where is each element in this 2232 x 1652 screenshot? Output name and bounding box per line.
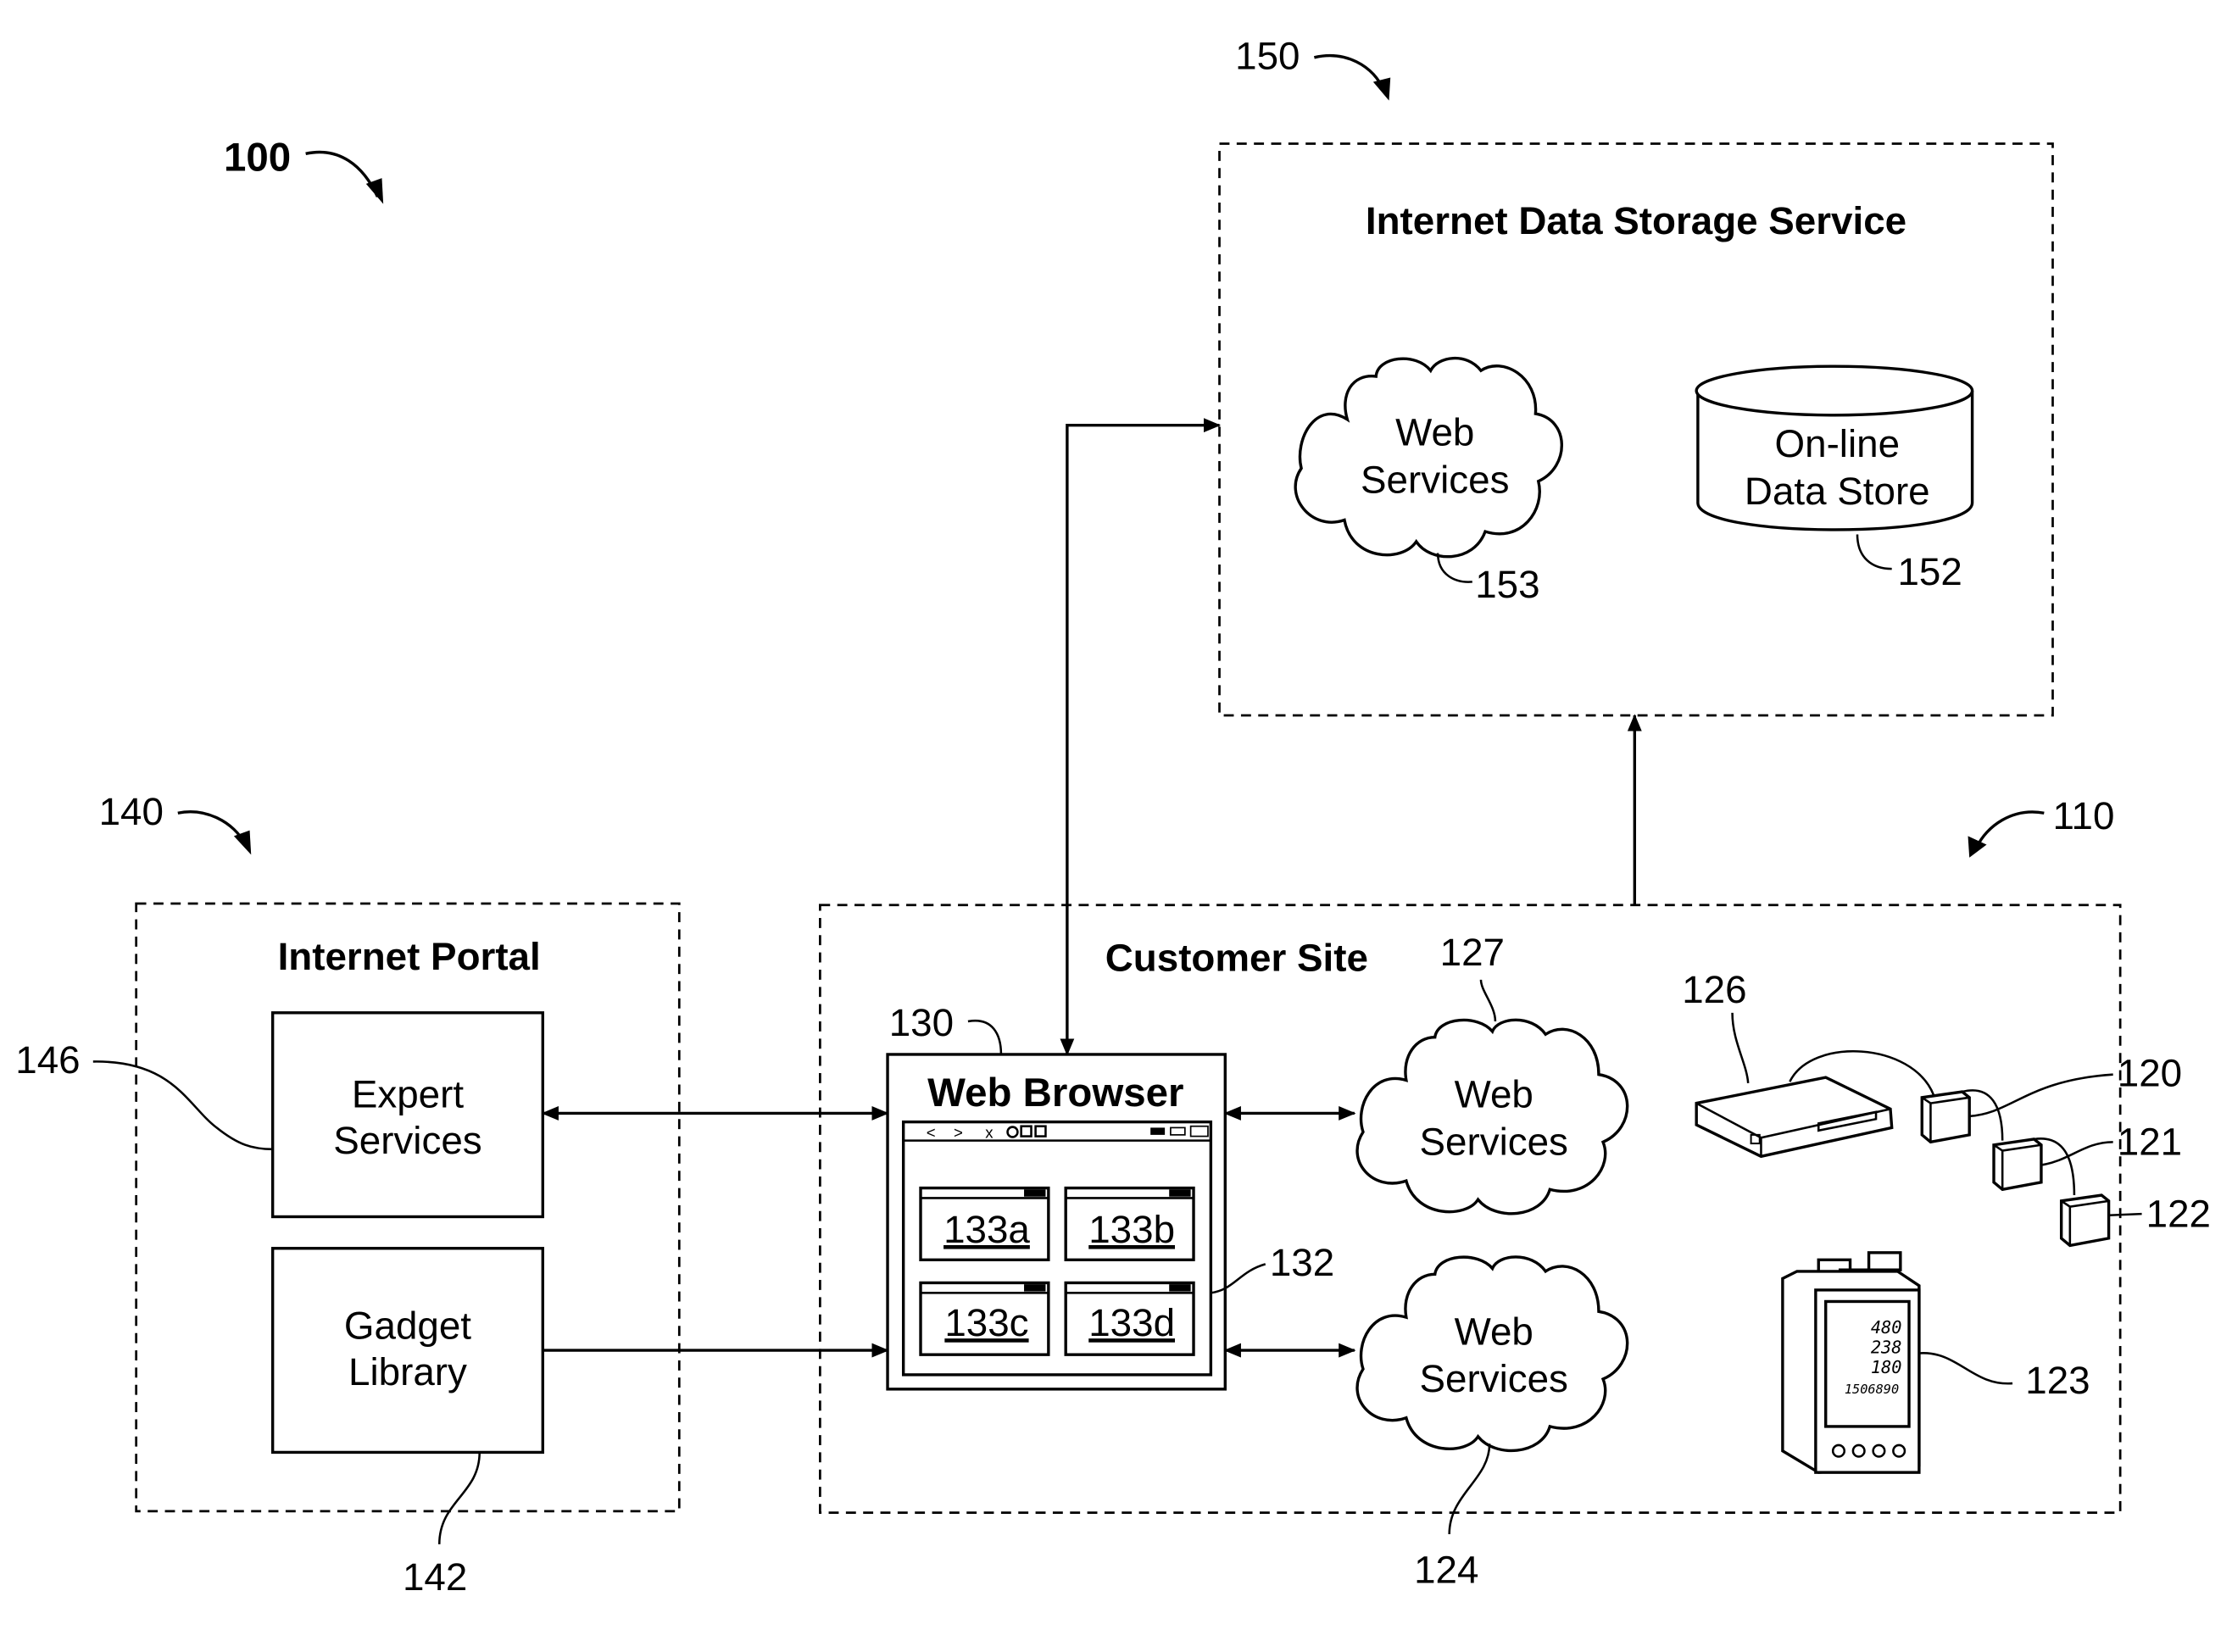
gadget-133d[interactable]: 133d [1064, 1281, 1195, 1356]
svg-text:Web: Web [1395, 410, 1474, 453]
svg-text:1506890: 1506890 [1845, 1382, 1899, 1397]
ref-124: 124 [1414, 1549, 1478, 1592]
gadget-controls-icon [1024, 1189, 1046, 1197]
figure-ref-arrow [305, 150, 379, 197]
svg-text:480: 480 [1871, 1317, 1902, 1338]
customer-ref: 110 [2052, 794, 2114, 837]
leader-123 [1918, 1352, 2013, 1385]
sensor-121[interactable] [1992, 1137, 2043, 1192]
ref-121: 121 [2118, 1121, 2182, 1164]
arrowhead-icon [1968, 836, 1987, 858]
svg-text:Services: Services [1420, 1357, 1568, 1400]
svg-text:Library: Library [348, 1350, 467, 1393]
ref-152: 152 [1897, 550, 1962, 593]
gadget-133b[interactable]: 133b [1064, 1186, 1195, 1262]
portal-title: Internet Portal [278, 935, 541, 978]
storage-ref: 150 [1235, 34, 1300, 77]
svg-text:Web: Web [1455, 1310, 1533, 1353]
stop-icon[interactable]: x [985, 1123, 994, 1141]
ref-126: 126 [1682, 968, 1746, 1011]
internet-portal: 140 Internet Portal Expert Services 146 … [15, 790, 681, 1599]
internet-data-storage-service: 150 Internet Data Storage Service Web Se… [1218, 34, 2054, 717]
online-data-store[interactable]: On-line Data Store [1695, 364, 1974, 531]
svg-text:Data Store: Data Store [1745, 470, 1930, 513]
customer-ref-arrow [1975, 810, 2045, 848]
sensor-122[interactable] [2059, 1193, 2111, 1248]
leader-124 [1448, 1443, 1491, 1535]
ref-130: 130 [889, 1001, 954, 1044]
gadget-133c[interactable]: 133c [919, 1281, 1050, 1356]
svg-text:On-line: On-line [1775, 422, 1900, 465]
svg-text:133a: 133a [943, 1208, 1030, 1251]
minimize-icon[interactable] [1150, 1127, 1166, 1135]
ref-122: 122 [2146, 1192, 2211, 1235]
storage-web-services-cloud[interactable]: Web Services [1294, 356, 1563, 559]
ref-142: 142 [403, 1555, 467, 1599]
customer-web-services-cloud-bottom[interactable]: Web Services [1355, 1255, 1629, 1453]
storage-ref-arrow [1313, 53, 1386, 93]
power-meter-123[interactable]: 480 238 180 1506890 [1781, 1251, 1921, 1474]
customer-site: 110 Customer Site 130 Web Browser < > x [819, 794, 2211, 1592]
arrowhead-icon [233, 830, 252, 855]
svg-text:Services: Services [1420, 1121, 1568, 1164]
ref-120: 120 [2118, 1051, 2182, 1094]
svg-text:133d: 133d [1088, 1301, 1175, 1344]
svg-text:133c: 133c [944, 1301, 1028, 1344]
portal-ref: 140 [99, 790, 164, 833]
svg-text:Services: Services [333, 1119, 481, 1162]
leader-120 [1969, 1073, 2113, 1118]
svg-text:180: 180 [1871, 1357, 1902, 1377]
leader-130 [967, 1019, 1003, 1054]
leader-127 [1479, 979, 1497, 1022]
back-icon[interactable]: < [927, 1123, 936, 1141]
leader-126 [1731, 1012, 1750, 1083]
gadget-133a[interactable]: 133a [919, 1186, 1050, 1262]
svg-text:133b: 133b [1088, 1208, 1175, 1251]
web-browser[interactable]: Web Browser < > x 133a 133b 133c 133d [886, 1053, 1227, 1391]
expert-services-box[interactable]: Expert Services [270, 1011, 544, 1219]
figure-ref-100: 100 [224, 136, 384, 204]
svg-text:238: 238 [1871, 1337, 1902, 1357]
leader-121 [2040, 1141, 2113, 1166]
storage-title: Internet Data Storage Service [1366, 199, 1906, 242]
leader-152 [1856, 534, 1892, 570]
browser-title: Web Browser [927, 1071, 1183, 1115]
cloud-icon [1355, 1255, 1629, 1453]
ref-153: 153 [1475, 563, 1539, 606]
sensor-120[interactable] [1920, 1090, 1971, 1144]
figure-number: 100 [224, 136, 291, 181]
gateway-device[interactable] [1695, 1076, 1894, 1159]
gadget-library-box[interactable]: Gadget Library [270, 1247, 544, 1455]
leader-122 [2108, 1212, 2142, 1217]
gateway-icon [1695, 1076, 1894, 1159]
svg-text:Gadget: Gadget [344, 1304, 471, 1348]
svg-text:Services: Services [1361, 458, 1509, 501]
gadget-controls-icon [1024, 1284, 1046, 1292]
ref-132: 132 [1270, 1241, 1334, 1284]
leader-142 [437, 1452, 481, 1544]
forward-icon[interactable]: > [954, 1123, 963, 1141]
svg-text:Web: Web [1455, 1073, 1533, 1116]
customer-web-services-cloud-top[interactable]: Web Services [1355, 1018, 1629, 1215]
gadget-controls-icon [1169, 1189, 1191, 1197]
gadget-controls-icon [1169, 1284, 1191, 1292]
system-diagram: 100 150 Internet Data Storage Service We… [15, 34, 2211, 1599]
svg-text:Expert: Expert [352, 1073, 465, 1116]
portal-ref-arrow [177, 810, 247, 846]
ref-123: 123 [2025, 1359, 2090, 1402]
cloud-icon [1355, 1018, 1629, 1215]
ref-127: 127 [1440, 931, 1505, 974]
leader-146 [92, 1060, 273, 1151]
customer-title: Customer Site [1105, 937, 1368, 980]
arrowhead-icon [1372, 77, 1391, 101]
ref-146: 146 [15, 1038, 80, 1082]
